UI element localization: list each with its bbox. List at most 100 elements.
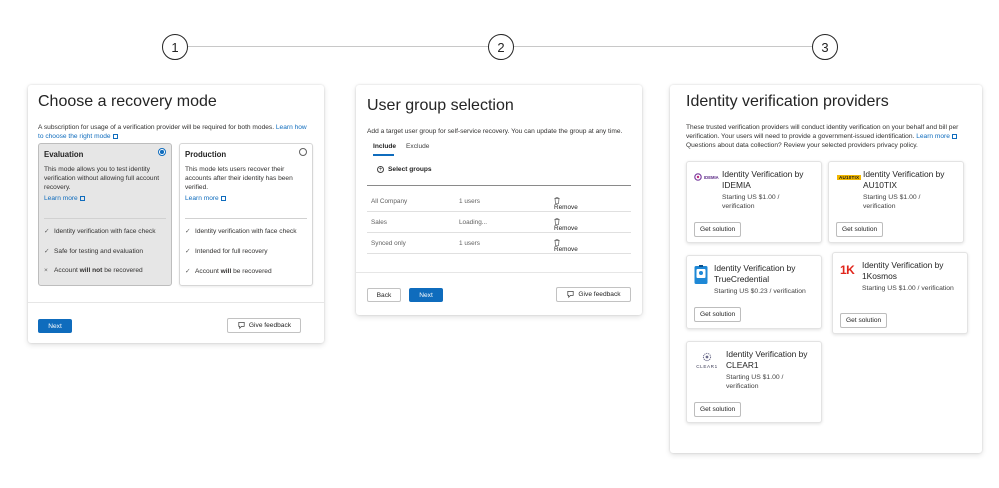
get-solution-button[interactable]: Get solution [694, 307, 742, 322]
get-solution-button[interactable]: Get solution [836, 222, 884, 237]
group-name: Sales [371, 219, 387, 226]
group-user-count: Loading... [459, 219, 488, 226]
production-mode-option[interactable]: Production This mode lets users recover … [179, 143, 313, 286]
1kosmos-logo: 1K [840, 263, 855, 277]
group-row: All Company 1 users Remove [367, 191, 631, 212]
provider-price: Starting US $1.00 / verification [722, 194, 780, 210]
recovery-feedback-button[interactable]: Give feedback [227, 318, 301, 333]
idemia-logo: IDEMIA [694, 173, 719, 181]
select-groups-label: Select groups [388, 166, 432, 173]
evaluation-feature-1: ✓ Identity verification with face check [44, 227, 156, 235]
add-circle-icon: + [377, 166, 384, 173]
groups-feedback-label: Give feedback [578, 291, 621, 298]
recovery-footer-divider [28, 302, 324, 303]
tab-include[interactable]: Include [373, 143, 396, 150]
provider-name: Identity Verification by AU10TIX [863, 169, 945, 190]
clear1-mark-icon [702, 352, 712, 362]
group-name: Synced only [371, 240, 406, 247]
recovery-mode-title: Choose a recovery mode [38, 93, 217, 110]
external-link-icon [951, 133, 957, 139]
remove-label: Remove [554, 225, 578, 232]
evaluation-learn-more[interactable]: Learn more [44, 194, 85, 203]
x-icon: × [44, 267, 48, 274]
remove-label: Remove [554, 204, 578, 211]
get-solution-button[interactable]: Get solution [694, 222, 742, 237]
step-1-indicator: 1 [162, 34, 188, 60]
production-feature-3-pre: Account [195, 268, 221, 275]
trash-icon [554, 218, 560, 225]
recovery-next-button[interactable]: Next [38, 319, 72, 333]
production-feature-3-post: be recovered [231, 268, 272, 275]
user-group-description: Add a target user group for self-service… [367, 128, 623, 135]
evaluation-feature-3-post: be recovered [102, 267, 143, 274]
provider-price: Starting US $1.00 / verification [863, 194, 921, 210]
check-icon: ✓ [44, 248, 50, 255]
evaluation-mode-option[interactable]: Evaluation This mode allows you to test … [38, 143, 172, 286]
providers-learn-more-link[interactable]: Learn more [916, 133, 950, 140]
production-radio[interactable] [299, 148, 307, 156]
select-groups-button[interactable]: + Select groups [377, 166, 432, 173]
evaluation-feature-3-bold: will not [79, 267, 103, 274]
groups-next-button[interactable]: Next [409, 288, 443, 302]
provider-card-idemia: IDEMIA Identity Verification by IDEMIA S… [686, 161, 822, 243]
production-divider [185, 218, 307, 219]
clear1-logo: CLEAR1 [694, 352, 720, 369]
external-link-icon [220, 195, 226, 201]
get-solution-button[interactable]: Get solution [694, 402, 742, 417]
recovery-mode-description-text: A subscription for usage of a verificati… [38, 124, 275, 131]
recovery-feedback-label: Give feedback [248, 322, 292, 329]
group-table-header-line [367, 185, 631, 186]
provider-name: Identity Verification by CLEAR1 [726, 349, 808, 370]
provider-price: Starting US $1.00 / verification [726, 374, 784, 390]
step-3-indicator: 3 [812, 34, 838, 60]
remove-label: Remove [554, 246, 578, 253]
provider-name: Identity Verification by 1Kosmos [862, 260, 944, 281]
group-row: Synced only 1 users Remove [367, 233, 631, 254]
truecredential-badge-icon [694, 265, 708, 284]
production-learn-more[interactable]: Learn more [185, 194, 226, 203]
idemia-mark-icon [694, 173, 702, 181]
production-feature-1: ✓ Identity verification with face check [185, 227, 297, 235]
back-label: Back [376, 291, 392, 299]
providers-privacy-note: Questions about data collection? Review … [686, 142, 918, 149]
production-learn-more-link[interactable]: Learn more [185, 195, 219, 202]
check-icon: ✓ [185, 268, 191, 275]
recovery-mode-panel: Choose a recovery mode A subscription fo… [28, 85, 324, 343]
group-name: All Company [371, 198, 408, 205]
evaluation-feature-2: ✓ Safe for testing and evaluation [44, 247, 143, 255]
remove-group-button[interactable]: Remove [554, 197, 578, 211]
providers-description: These trusted verification providers wil… [686, 123, 972, 150]
check-icon: ✓ [185, 248, 191, 255]
production-feature-1-text: Identity verification with face check [195, 228, 297, 235]
providers-title: Identity verification providers [686, 93, 889, 110]
production-feature-3-bold: will [220, 268, 232, 275]
evaluation-feature-3: × Account will not be recovered [44, 267, 143, 274]
evaluation-feature-1-text: Identity verification with face check [54, 228, 156, 235]
providers-panel: Identity verification providers These tr… [670, 85, 982, 453]
recovery-mode-description: A subscription for usage of a verificati… [38, 123, 308, 141]
trash-icon [554, 239, 560, 246]
back-button[interactable]: Back [367, 288, 401, 302]
check-icon: ✓ [44, 228, 50, 235]
production-feature-2-text: Intended for full recovery [195, 248, 268, 255]
provider-name: Identity Verification by TrueCredential [714, 263, 796, 284]
remove-group-button[interactable]: Remove [554, 218, 578, 232]
step-2-indicator: 2 [488, 34, 514, 60]
active-tab-indicator [373, 154, 394, 156]
group-row: Sales Loading... Remove [367, 212, 631, 233]
user-group-title: User group selection [367, 97, 514, 114]
provider-price: Starting US $0.23 / verification [714, 288, 806, 295]
evaluation-learn-more-link[interactable]: Learn more [44, 195, 78, 202]
groups-feedback-button[interactable]: Give feedback [556, 287, 631, 302]
user-group-panel: User group selection Add a target user g… [356, 85, 642, 315]
tab-exclude[interactable]: Exclude [406, 143, 429, 150]
remove-group-button[interactable]: Remove [554, 239, 578, 253]
evaluation-mode-title: Evaluation [44, 150, 84, 159]
group-user-count: 1 users [459, 240, 480, 247]
production-feature-2: ✓ Intended for full recovery [185, 247, 268, 255]
get-solution-button[interactable]: Get solution [840, 313, 888, 328]
feedback-icon [238, 321, 245, 330]
evaluation-radio[interactable] [158, 148, 166, 156]
provider-card-clear1: CLEAR1 Identity Verification by CLEAR1 S… [686, 341, 822, 423]
idemia-logo-text: IDEMIA [704, 174, 719, 180]
